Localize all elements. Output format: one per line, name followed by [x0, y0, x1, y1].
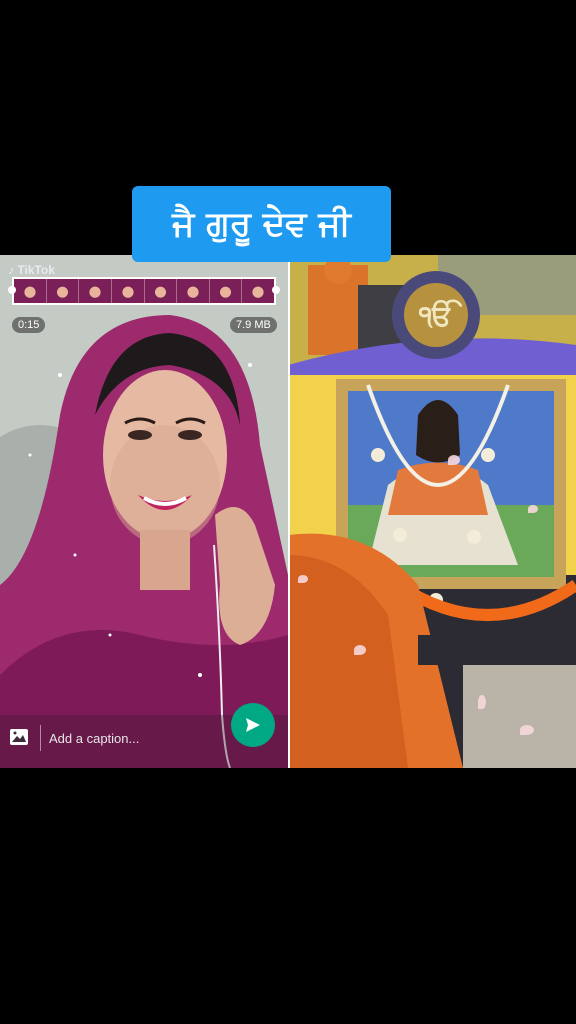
tiktok-watermark-text: TikTok [17, 263, 55, 277]
send-button[interactable] [231, 703, 275, 747]
split-divider [288, 255, 290, 768]
video-thumbnail [46, 279, 80, 303]
falling-petal [478, 695, 486, 709]
send-icon [246, 718, 260, 732]
video-thumbnail [111, 279, 145, 303]
procession-photo-panel: ੴ [288, 255, 576, 768]
banner-title: ਜੈ ਗੁਰੂ ਦੇਵ ਜੀ [172, 204, 351, 244]
video-thumbnail [177, 279, 210, 303]
video-editor-panel: ♪ TikTok 0:15 7.9 MB [0, 255, 288, 768]
video-thumbnail [242, 279, 274, 303]
image-icon[interactable] [10, 729, 28, 745]
tiktok-icon: ♪ [8, 263, 14, 277]
video-thumbnail [14, 279, 47, 303]
video-thumbnail [209, 279, 243, 303]
duration-badge: 0:15 [12, 317, 46, 333]
trim-handle-end[interactable] [272, 286, 280, 294]
falling-petal [448, 455, 460, 465]
video-thumbnail [144, 279, 178, 303]
video-thumbnail [79, 279, 112, 303]
trim-handle-start[interactable] [8, 286, 16, 294]
falling-petal [528, 505, 538, 513]
falling-petal [354, 645, 366, 655]
caption-input[interactable] [40, 725, 227, 751]
falling-petal [520, 725, 534, 735]
falling-petal [298, 575, 308, 583]
file-size-badge: 7.9 MB [230, 317, 277, 333]
tiktok-watermark: ♪ TikTok [8, 263, 55, 277]
title-banner: ਜੈ ਗੁਰੂ ਦੇਵ ਜੀ [132, 186, 391, 262]
video-trim-strip[interactable] [12, 277, 276, 305]
